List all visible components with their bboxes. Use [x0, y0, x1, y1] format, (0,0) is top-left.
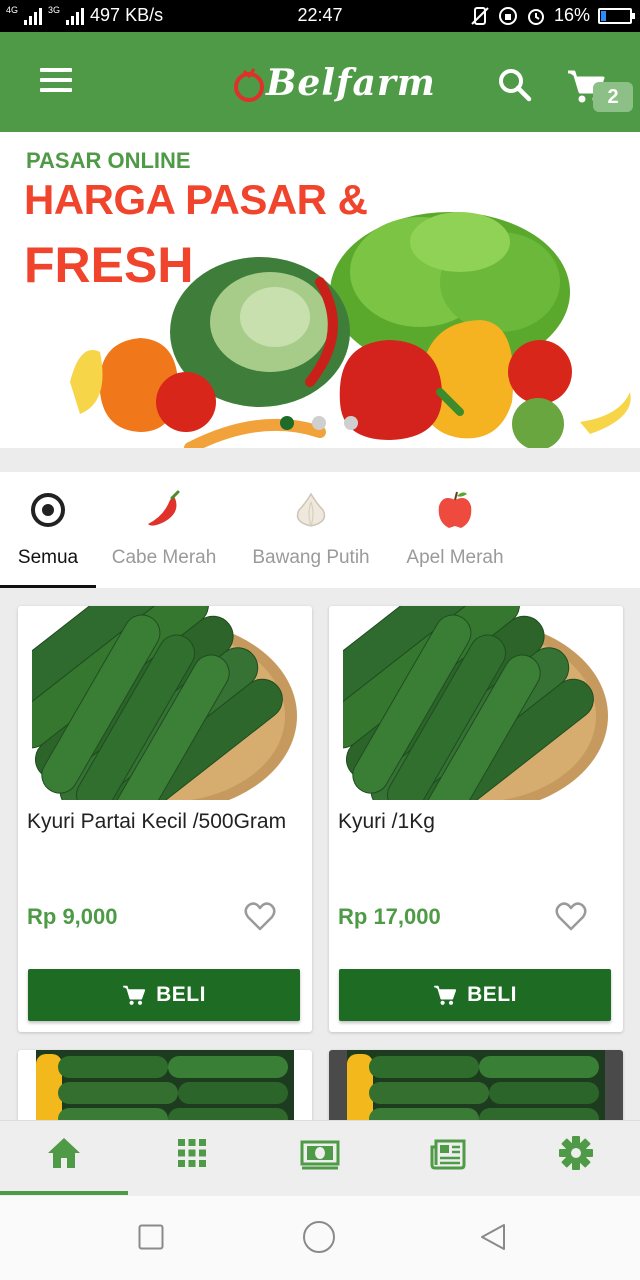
cart-icon — [434, 985, 457, 1005]
buy-label: BELI — [156, 983, 206, 1006]
back-icon[interactable] — [478, 1222, 508, 1252]
cart-badge[interactable]: 2 — [593, 82, 633, 112]
product-image[interactable] — [343, 606, 609, 800]
logo: Belfarm — [232, 58, 436, 108]
carousel-dot[interactable] — [344, 416, 358, 430]
system-navigation — [0, 1196, 640, 1280]
grid-icon[interactable] — [174, 1135, 210, 1171]
battery-icon — [598, 7, 635, 24]
logo-text: Belfarm — [266, 62, 436, 104]
banner-subtitle: PASAR ONLINE — [26, 148, 191, 173]
buy-label: BELI — [467, 983, 517, 1006]
product-name[interactable]: Kyuri Partai Kecil /500Gram — [27, 810, 286, 834]
tab-label: Cabe Merah — [111, 547, 217, 568]
category-tabs: Semua Cabe Merah Bawang Putih Apel Merah — [0, 472, 640, 588]
carousel-dots[interactable] — [280, 416, 358, 430]
tab-cabe-merah[interactable]: Cabe Merah — [102, 472, 226, 588]
home-button-icon[interactable] — [302, 1220, 336, 1254]
home-icon[interactable] — [46, 1135, 82, 1171]
alarm-icon — [527, 8, 544, 25]
promo-banner[interactable]: PASAR ONLINE HARGA PASAR & FRESH — [0, 132, 640, 448]
product-name[interactable]: Kyuri /1Kg — [338, 810, 435, 834]
product-price: Rp 17,000 — [338, 904, 441, 929]
apple-icon — [438, 491, 472, 528]
heart-icon[interactable] — [244, 902, 276, 932]
bottom-navigation — [0, 1120, 640, 1196]
vegetables-illustration — [70, 212, 631, 448]
product-image[interactable] — [32, 606, 298, 800]
tab-apel-merah[interactable]: Apel Merah — [400, 472, 510, 588]
product-card[interactable]: Kyuri /1Kg Rp 17,000 BELI — [329, 606, 623, 1032]
status-right: 16% — [470, 5, 635, 26]
carousel-dot[interactable] — [280, 416, 294, 430]
menu-icon[interactable] — [40, 68, 74, 94]
chili-icon — [148, 490, 180, 526]
money-icon[interactable] — [300, 1135, 340, 1171]
status-bar: 4G 3G 497 KB/s 22:47 16% — [0, 0, 640, 32]
news-icon[interactable] — [430, 1135, 466, 1171]
active-nav-indicator — [0, 1191, 128, 1195]
search-icon[interactable] — [498, 68, 532, 102]
settings-icon[interactable] — [558, 1135, 594, 1171]
product-card[interactable]: Kyuri Partai Kecil /500Gram Rp 9,000 BEL… — [18, 606, 312, 1032]
cart-icon — [123, 985, 146, 1005]
tab-label: Apel Merah — [406, 547, 504, 568]
recent-apps-icon[interactable] — [138, 1224, 164, 1250]
battery-fill — [601, 10, 606, 21]
carousel-dot[interactable] — [312, 416, 326, 430]
tab-bawang-putih[interactable]: Bawang Putih — [244, 472, 378, 588]
logo-tomato-icon — [234, 68, 264, 102]
active-tab-indicator — [0, 585, 96, 588]
app-bar: Belfarm 2 — [0, 32, 640, 132]
heart-icon[interactable] — [555, 902, 587, 932]
garlic-icon — [296, 492, 326, 527]
app-screen: 4G 3G 497 KB/s 22:47 16% Belfarm 2 PASAR… — [0, 0, 640, 1280]
all-icon — [31, 493, 65, 527]
buy-button[interactable]: BELI — [28, 969, 300, 1021]
buy-button[interactable]: BELI — [339, 969, 611, 1021]
tab-label: Bawang Putih — [252, 547, 370, 568]
rotation-lock-icon — [498, 6, 517, 25]
tab-semua[interactable]: Semua — [0, 472, 96, 588]
battery-percent: 16% — [553, 5, 590, 25]
vibrate-icon — [471, 6, 489, 25]
tab-label: Semua — [17, 547, 79, 568]
product-price: Rp 9,000 — [27, 904, 118, 929]
